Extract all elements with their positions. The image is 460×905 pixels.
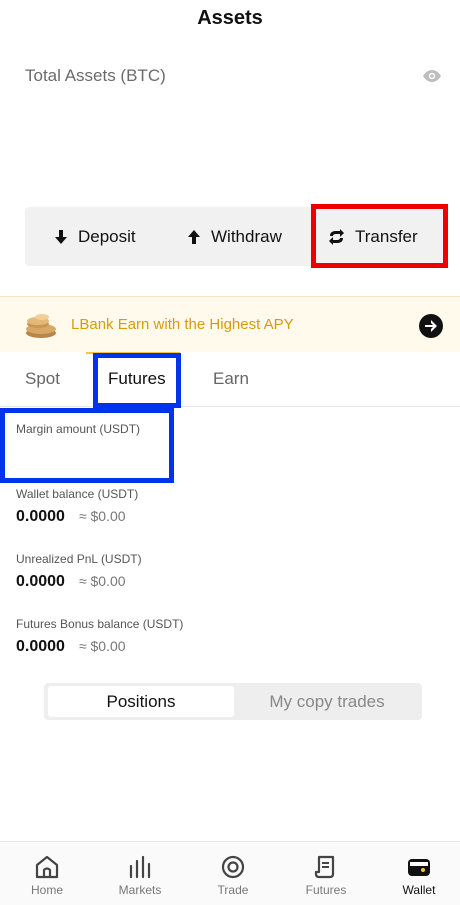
wallet-balance: Wallet balance (USDT) 0.0000 ≈ $0.00 [16,487,138,526]
wallet-balance-approx: ≈ $0.00 [78,508,126,524]
unrealized-pnl-label: Unrealized PnL (USDT) [16,552,142,566]
action-bar: Deposit Withdraw Transfer [25,207,447,266]
unrealized-pnl-approx: ≈ $0.00 [78,573,126,589]
segment-positions[interactable]: Positions [48,686,234,717]
arrow-up-icon [188,229,200,244]
withdraw-button[interactable]: Withdraw [187,207,282,266]
nav-home-label: Home [30,883,63,897]
total-assets-label: Total Assets (BTC) [25,66,166,85]
trade-icon [221,855,245,879]
futures-bonus-value: 0.0000 [16,638,65,655]
tab-spot[interactable]: Spot [25,369,60,389]
transfer-label: Transfer [355,226,418,246]
withdraw-label: Withdraw [211,226,282,246]
arrow-down-icon [55,229,67,244]
earn-banner-text: LBank Earn with the Highest APY [71,316,294,333]
total-assets: Total Assets (BTC) [25,66,442,90]
tab-futures[interactable]: Futures [108,369,166,389]
tab-active-indicator [86,352,180,354]
nav-trade[interactable]: Trade [187,842,279,905]
transfer-icon [329,228,344,245]
tab-earn[interactable]: Earn [213,369,249,389]
earn-banner[interactable]: LBank Earn with the Highest APY [0,296,460,352]
nav-markets[interactable]: Markets [94,842,186,905]
wallet-balance-value: 0.0000 [16,508,65,525]
futures-bonus-label: Futures Bonus balance (USDT) [16,617,184,631]
nav-futures-label: Futures [305,883,347,897]
segment-my-copy-trades[interactable]: My copy trades [236,686,418,717]
nav-wallet-label: Wallet [402,883,436,897]
coins-icon [26,314,56,338]
eye-icon[interactable] [422,68,442,84]
bottom-nav: Home Markets Trade Futures Wallet [0,841,460,905]
page-title: Assets [197,7,263,29]
positions-segment: Positions My copy trades [44,683,422,720]
home-icon [35,855,59,879]
nav-trade-label: Trade [217,883,249,897]
futures-bonus-balance: Futures Bonus balance (USDT) 0.0000 ≈ $0… [16,617,183,656]
unrealized-pnl: Unrealized PnL (USDT) 0.0000 ≈ $0.00 [16,552,142,591]
unrealized-pnl-value: 0.0000 [16,573,65,590]
wallet-icon [408,859,430,876]
arrow-right-icon[interactable] [419,314,443,338]
deposit-button[interactable]: Deposit [54,207,136,266]
futures-icon [314,855,335,879]
header: Assets [0,0,460,40]
nav-home[interactable]: Home [1,842,93,905]
nav-futures[interactable]: Futures [280,842,372,905]
transfer-button[interactable]: Transfer [328,207,418,266]
asset-tabs: Spot Futures Earn [0,352,460,407]
nav-markets-label: Markets [118,883,162,897]
nav-wallet[interactable]: Wallet [373,842,460,905]
wallet-balance-label: Wallet balance (USDT) [16,487,139,501]
markets-icon [129,855,151,879]
futures-bonus-approx: ≈ $0.00 [78,638,126,654]
margin-amount-label: Margin amount (USDT) [16,422,141,436]
deposit-label: Deposit [78,226,136,246]
